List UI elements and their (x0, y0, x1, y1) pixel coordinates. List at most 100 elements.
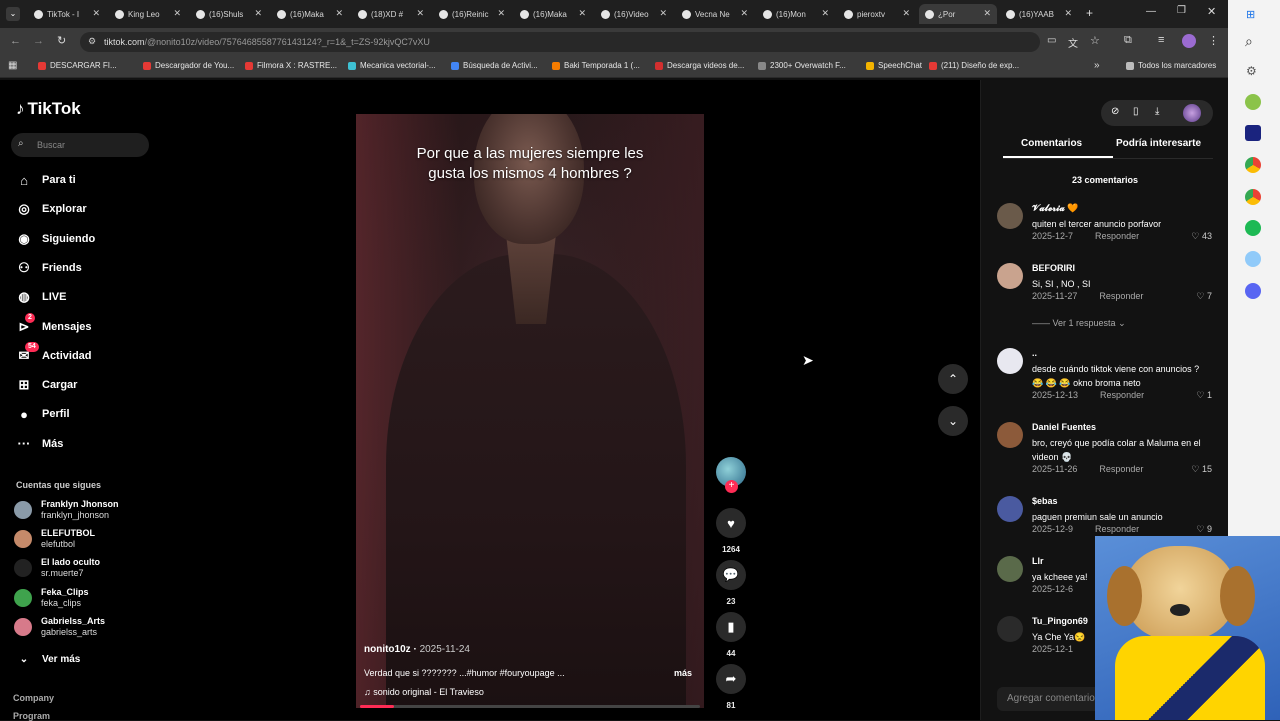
reload-icon[interactable]: ↻ (57, 34, 66, 47)
search-panel-icon[interactable]: ⌕ (1245, 33, 1253, 50)
bookmark-item[interactable]: Filmora X : RASTRE... (245, 61, 337, 70)
browser-tab[interactable]: pieroxtv ✕ (838, 4, 916, 24)
comment-author[interactable]: .. (1032, 348, 1037, 358)
settings-icon[interactable]: ⚙ (1246, 64, 1257, 78)
save-button[interactable]: ▮ 44 (716, 612, 746, 658)
translate-icon[interactable]: 文 (1068, 35, 1078, 50)
browser-tab[interactable]: (16)Mon ✕ (757, 4, 835, 24)
nav-item-explorar[interactable]: ◎ Explorar (16, 201, 86, 217)
nav-item-siguiendo[interactable]: ◉ Siguiendo (16, 231, 95, 247)
send-icon[interactable] (1245, 251, 1261, 267)
restore-button[interactable]: ❐ (1177, 5, 1186, 16)
follow-plus-icon[interactable]: + (725, 480, 738, 493)
device-icon[interactable]: ▯ (1133, 106, 1139, 117)
bookmark-item[interactable]: (211) Diseño de exp... (929, 61, 1019, 70)
browser-tab[interactable]: ¿Por ✕ (919, 4, 997, 24)
tab-close-icon[interactable]: ✕ (335, 8, 343, 19)
chrome-alt-icon[interactable] (1245, 189, 1261, 205)
comment-like-button[interactable]: ♡ 9 (1196, 524, 1212, 535)
download-icon[interactable]: ⤓ (1155, 106, 1159, 117)
nav-item-m-s[interactable]: ··· Más (16, 436, 64, 452)
tab-comments[interactable]: Comentarios (1021, 138, 1082, 149)
bookmark-item[interactable]: Mecanica vectorial-... (348, 61, 436, 70)
bookmark-item[interactable]: Baki Temporada 1 (... (552, 61, 640, 70)
nav-item-actividad[interactable]: ✉ 54 Actividad (16, 341, 92, 364)
tiktok-logo[interactable]: ♪ TikTok (16, 99, 81, 119)
app-u-icon[interactable] (1245, 125, 1261, 141)
nav-item-cargar[interactable]: ⊞ Cargar (16, 377, 78, 393)
browser-tab[interactable]: (16)Reinic ✕ (433, 4, 511, 24)
browser-tab[interactable]: (16)Maka ✕ (271, 4, 349, 24)
like-button[interactable]: ♥ 1264 (716, 508, 746, 554)
comment-like-button[interactable]: ♡ 1 (1196, 390, 1212, 401)
search-box[interactable]: ⌕ Buscar (11, 133, 149, 157)
bookmark-star-icon[interactable]: ☆ (1090, 34, 1100, 47)
comment-like-button[interactable]: ♡ 7 (1196, 291, 1212, 302)
profile-avatar-icon[interactable] (1182, 34, 1196, 48)
reply-button[interactable]: Responder (1099, 291, 1143, 301)
comment-author[interactable]: 𝓥𝓪𝓵𝓮𝓻𝓲𝓪 🧡 (1032, 203, 1078, 214)
nav-item-para-ti[interactable]: ⌂ Para ti (16, 172, 76, 188)
nav-item-friends[interactable]: ⚇ Friends (16, 260, 82, 276)
spotify-icon[interactable] (1245, 220, 1261, 236)
media-icon[interactable]: ≡ (1158, 34, 1164, 46)
author-name[interactable]: nonito10z (364, 644, 411, 655)
comment-button[interactable]: 💬 23 (716, 560, 746, 606)
video-player[interactable]: Por que a las mujeres siempre les gusta … (356, 114, 704, 708)
discord-icon[interactable] (1245, 283, 1261, 299)
comment-author[interactable]: $ebas (1032, 496, 1058, 506)
browser-tab[interactable]: King Leo ✕ (109, 4, 187, 24)
footer-company[interactable]: Company (13, 693, 54, 703)
tab-close-icon[interactable]: ✕ (578, 8, 586, 19)
bookmark-item[interactable]: SpeechChat (866, 61, 922, 70)
new-tab-button[interactable]: + (1086, 6, 1093, 20)
bookmark-item[interactable]: Búsqueda de Activi... (451, 61, 538, 70)
comment-avatar[interactable] (997, 496, 1023, 522)
author-avatar-button[interactable]: + (716, 457, 746, 493)
reply-button[interactable]: Responder (1095, 231, 1139, 241)
chrome-icon[interactable] (1245, 157, 1261, 173)
tab-close-icon[interactable]: ✕ (659, 8, 667, 19)
tab-close-icon[interactable]: ✕ (740, 8, 748, 19)
nav-item-live[interactable]: ◍ LIVE (16, 289, 66, 305)
forward-icon[interactable]: → (33, 35, 44, 47)
cast-icon[interactable]: ▭ (1047, 35, 1056, 46)
tab-close-icon[interactable]: ✕ (92, 8, 100, 19)
view-replies-button[interactable]: —— Ver 1 respuesta ⌄ (1032, 318, 1126, 329)
browser-tab[interactable]: Vecna Ne ✕ (676, 4, 754, 24)
nav-item-perfil[interactable]: ● Perfil (16, 406, 69, 422)
bookmark-item[interactable]: Descargador de You... (143, 61, 234, 70)
share-button[interactable]: ➦ 81 (716, 664, 746, 710)
comment-avatar[interactable] (997, 556, 1023, 582)
reply-button[interactable]: Responder (1099, 464, 1143, 474)
site-info-icon[interactable]: ⚙ (88, 36, 96, 47)
music-label[interactable]: ♫ sonido original - El Travieso (364, 687, 484, 697)
comment-like-button[interactable]: ♡ 43 (1191, 231, 1212, 242)
next-video-button[interactable]: ⌄ (938, 406, 968, 436)
comment-author[interactable]: Llr (1032, 556, 1044, 566)
tab-close-icon[interactable]: ✕ (902, 8, 910, 19)
url-input[interactable]: ⚙ tiktok.com/@nonito10z/video/7576468558… (80, 32, 1040, 52)
tab-close-icon[interactable]: ✕ (821, 8, 829, 19)
user-avatar[interactable] (1183, 104, 1201, 122)
browser-tab[interactable]: (18)XD # ✕ (352, 4, 430, 24)
comment-avatar[interactable] (997, 203, 1023, 229)
bookmark-item[interactable]: 2300+ Overwatch F... (758, 61, 846, 70)
comment-avatar[interactable] (997, 616, 1023, 642)
comment-author[interactable]: BEFORIRI (1032, 263, 1075, 273)
bookmarks-overflow-icon[interactable]: » (1094, 60, 1100, 71)
tab-close-icon[interactable]: ✕ (416, 8, 424, 19)
windows-icon[interactable]: ⊞ (1246, 8, 1255, 21)
see-more-button[interactable]: ⌄ Ver más (16, 651, 81, 667)
search-input[interactable]: Buscar (37, 140, 65, 150)
comment-author[interactable]: Tu_Pingon69 (1032, 616, 1088, 626)
video-author[interactable]: nonito10z · 2025-11-24 (364, 644, 470, 655)
browser-tab[interactable]: (16)Maka ✕ (514, 4, 592, 24)
all-bookmarks[interactable]: Todos los marcadores (1126, 61, 1216, 70)
app-green-icon[interactable] (1245, 94, 1261, 110)
apps-icon[interactable]: ▦ (8, 60, 17, 71)
reply-button[interactable]: Responder (1095, 524, 1139, 534)
minimize-button[interactable]: — (1146, 6, 1156, 17)
back-icon[interactable]: ← (10, 35, 21, 47)
nav-item-mensajes[interactable]: ⊳ 2 Mensajes (16, 312, 92, 335)
